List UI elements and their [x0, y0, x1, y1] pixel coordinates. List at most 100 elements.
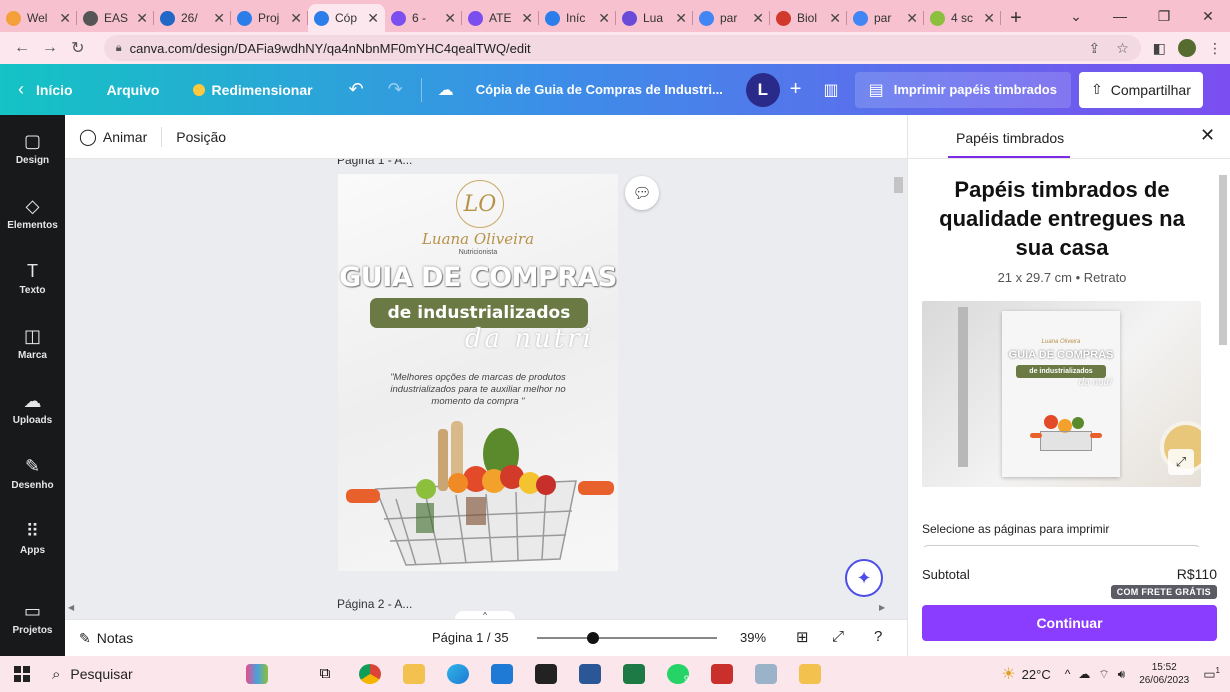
insights-icon[interactable]: ▥ — [823, 80, 838, 100]
scroll-right-icon[interactable]: ▶ — [879, 603, 885, 612]
grid-view-icon[interactable]: ⊞ — [796, 628, 809, 646]
sidebar-item-texto[interactable]: T Texto — [0, 261, 65, 296]
sidebar-item-elementos[interactable]: ◇ Elementos — [0, 196, 65, 231]
bookmark-star-icon[interactable]: ☆ — [1116, 40, 1129, 57]
tab-close-icon[interactable]: ✕ — [598, 10, 610, 27]
sidebar-item-projetos[interactable]: ▭ Projetos — [0, 601, 65, 636]
sidebar-item-desenho[interactable]: ✎ Desenho — [0, 456, 65, 491]
search-highlight-icon[interactable] — [246, 664, 268, 684]
lock-icon[interactable]: 🔒︎ — [116, 42, 122, 55]
weather-icon[interactable]: ☀ — [1001, 664, 1015, 684]
page-2-label[interactable]: Página 2 - A... — [337, 597, 412, 611]
cloud-icon[interactable]: ☁ — [1078, 667, 1090, 681]
browser-tab[interactable]: 4 sc ✕ — [924, 4, 1001, 32]
volume-icon[interactable]: 🔊︎ — [1118, 667, 1126, 682]
browser-tab[interactable]: Cóp ✕ — [308, 4, 385, 32]
side-panel-icon[interactable]: ◧ — [1153, 40, 1166, 57]
network-icon[interactable]: ⌔ — [1098, 667, 1109, 682]
add-comment-icon[interactable]: 💬︎ — [625, 176, 659, 210]
zoom-slider-handle[interactable] — [587, 632, 600, 644]
taskbar-search[interactable]: ⌕ Pesquisar — [44, 656, 244, 692]
tab-search-icon[interactable]: ⌄ — [1054, 0, 1098, 32]
temperature[interactable]: 22°C — [1022, 667, 1051, 682]
panel-tab-letterhead[interactable]: Papéis timbrados — [956, 130, 1064, 146]
expand-preview-icon[interactable]: ⤢ — [1168, 449, 1194, 475]
sidebar-item-marca[interactable]: ◫ Marca — [0, 326, 65, 361]
whatsapp-icon[interactable]: 9 — [667, 664, 689, 684]
windows-start-icon[interactable] — [0, 666, 44, 682]
help-icon[interactable]: ? — [874, 628, 882, 645]
tab-close-icon[interactable]: ✕ — [213, 10, 225, 27]
redo-icon[interactable]: ↷ — [388, 79, 403, 100]
canvas-vertical-scrollbar[interactable] — [891, 169, 905, 609]
page-1-label[interactable]: Página 1 - A... — [337, 159, 412, 167]
home-button[interactable]: ‹ Início — [18, 79, 73, 100]
print-letterhead-button[interactable]: ▤ Imprimir papéis timbrados — [854, 71, 1071, 108]
page-indicator[interactable]: Página 1 / 35 — [432, 630, 509, 645]
excel-icon[interactable] — [623, 664, 645, 684]
tab-close-icon[interactable]: ✕ — [521, 10, 533, 27]
edge-icon[interactable] — [447, 664, 469, 684]
sticky-notes-icon[interactable] — [535, 664, 557, 684]
close-window-icon[interactable]: ✕ — [1186, 0, 1230, 32]
browser-tab[interactable]: EAS ✕ — [77, 4, 154, 32]
design-title[interactable]: Cópia de Guia de Compras de Industri... — [476, 82, 726, 97]
browser-tab[interactable]: Biol ✕ — [770, 4, 847, 32]
add-collaborator-icon[interactable]: + — [790, 78, 802, 101]
task-view-icon[interactable]: ⧉ — [314, 664, 336, 684]
restore-icon[interactable]: ❐ — [1142, 0, 1186, 32]
position-button[interactable]: Posição — [176, 129, 226, 145]
resize-button[interactable]: Redimensionar — [193, 82, 313, 98]
tab-close-icon[interactable]: ✕ — [752, 10, 764, 27]
notes-button[interactable]: ✎ Notas — [79, 630, 133, 647]
close-panel-icon[interactable]: ✕ — [1200, 125, 1215, 146]
cloud-save-icon[interactable]: ☁ — [438, 80, 454, 100]
browser-tab[interactable]: Proj ✕ — [231, 4, 308, 32]
browser-tab[interactable]: Wel ✕ — [0, 4, 77, 32]
panel-scrollbar[interactable] — [1218, 175, 1228, 547]
tab-close-icon[interactable]: ✕ — [675, 10, 687, 27]
clock[interactable]: 15:52 26/06/2023 — [1139, 661, 1189, 687]
browser-menu-icon[interactable]: ⋮ — [1208, 40, 1222, 57]
tab-close-icon[interactable]: ✕ — [290, 10, 302, 27]
tab-close-icon[interactable]: ✕ — [136, 10, 148, 27]
show-hidden-icons-icon[interactable]: ^ — [1065, 667, 1071, 681]
forward-icon[interactable]: → — [36, 39, 64, 57]
tab-close-icon[interactable]: ✕ — [906, 10, 918, 27]
profile-avatar[interactable] — [1178, 39, 1197, 57]
undo-icon[interactable]: ↶ — [349, 79, 364, 100]
browser-tab[interactable]: 26/ ✕ — [154, 4, 231, 32]
mail-icon[interactable] — [491, 664, 513, 684]
zoom-slider[interactable] — [537, 637, 717, 639]
design-page[interactable]: LO Luana Oliveira Nutricionista GUIA DE … — [338, 174, 618, 571]
share-button[interactable]: ⇧ Compartilhar — [1078, 71, 1203, 108]
url-input[interactable]: 🔒︎ canva.com/design/DAFia9wdhNY/qa4nNbnM… — [103, 35, 1141, 61]
browser-tab[interactable]: Lua ✕ — [616, 4, 693, 32]
panel-scroll-thumb[interactable] — [1219, 175, 1227, 345]
browser-tab[interactable]: Iníc ✕ — [539, 4, 616, 32]
new-tab-button[interactable]: + — [1001, 4, 1031, 32]
word-icon[interactable] — [579, 664, 601, 684]
zoom-level[interactable]: 39% — [740, 630, 766, 645]
tab-close-icon[interactable]: ✕ — [829, 10, 841, 27]
sidebar-item-uploads[interactable]: ☁ Uploads — [0, 391, 65, 426]
tab-close-icon[interactable]: ✕ — [59, 10, 71, 27]
tab-close-icon[interactable]: ✕ — [444, 10, 456, 27]
sidebar-item-apps[interactable]: ⠿ Apps — [0, 521, 65, 556]
animate-button[interactable]: ◯ Animar — [79, 127, 147, 147]
notification-icon[interactable]: ▭1 — [1203, 666, 1220, 682]
continue-button[interactable]: Continuar — [922, 605, 1217, 641]
paint-icon[interactable] — [755, 664, 777, 684]
fullscreen-icon[interactable]: ⤢ — [832, 628, 844, 645]
user-avatar[interactable]: L — [745, 72, 780, 107]
back-icon[interactable]: ← — [8, 39, 36, 57]
collapse-pages-handle[interactable]: ^ — [455, 611, 515, 619]
app-folder-icon[interactable] — [799, 664, 821, 684]
minimize-icon[interactable]: — — [1098, 0, 1142, 32]
scroll-left-icon[interactable]: ◀ — [68, 603, 74, 612]
tab-close-icon[interactable]: ✕ — [983, 10, 995, 27]
canvas-scroll-thumb[interactable] — [894, 177, 903, 193]
chrome-taskbar-icon[interactable] — [359, 664, 381, 684]
browser-tab[interactable]: par ✕ — [693, 4, 770, 32]
file-menu-button[interactable]: Arquivo — [107, 82, 160, 98]
